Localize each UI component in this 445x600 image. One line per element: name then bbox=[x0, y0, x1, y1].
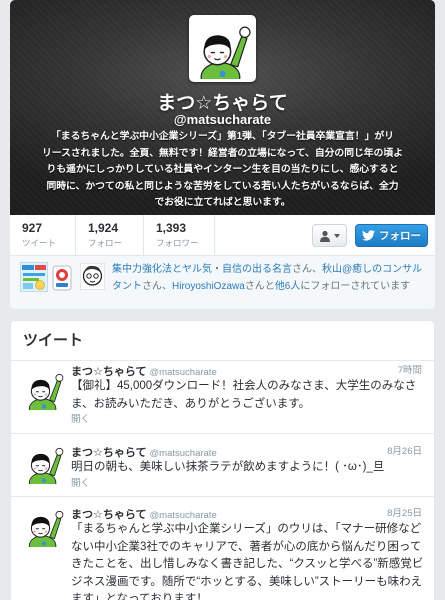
tweet-text-line: ない中小企業3社でのキャリアで、著者が心の底から悩んだり困って bbox=[71, 540, 422, 553]
stat-label: フォロワー bbox=[156, 238, 199, 248]
user-actions-button[interactable] bbox=[312, 224, 347, 247]
profile-avatar[interactable] bbox=[189, 15, 256, 82]
tweet-text-line: ま、お読みいただき、ありがとうございます。 bbox=[71, 397, 311, 410]
profile-stats-bar: 927 ツイート 1,924 フォロー 1,393 フォロワー フォロー bbox=[10, 215, 435, 256]
tweets-heading: ツイート bbox=[11, 321, 434, 361]
stat-following[interactable]: 1,924 フォロー bbox=[75, 215, 143, 255]
tweet[interactable]: まつ☆ちゃらて @matsucharate 「まるちゃんと学ぶ中小企業シリーズ」の… bbox=[11, 496, 434, 600]
follow-button-label: フォロー bbox=[379, 230, 421, 242]
tweet-text: 【御礼】45,000ダウンロード！社会人のみなさま、大学生のみなさ ま、お読みい… bbox=[71, 378, 427, 413]
tweet-text-line: 【御礼】45,000ダウンロード！社会人のみなさま、大学生のみなさ bbox=[71, 380, 417, 392]
tweet-text: 「まるちゃんと学ぶ中小企業シリーズ」のウリは、「マナー研修など ない中小企業3社… bbox=[71, 521, 427, 600]
cartoon-avatar-icon bbox=[23, 442, 65, 484]
followed-by-row: 集中力強化法とヤル気・自信の出る名言さん、秋山@癒しのコンサルタントさん、Hir… bbox=[10, 256, 435, 310]
tweet-author-name[interactable]: まつ☆ちゃらて bbox=[71, 366, 147, 378]
user-dropdown-icon bbox=[320, 230, 330, 242]
profile-name: まつ☆ちゃらて bbox=[157, 93, 288, 114]
tweet-header: まつ☆ちゃらて @matsucharate bbox=[71, 364, 427, 378]
tweet[interactable]: まつ☆ちゃらて @matsucharate 明日の朝も、美味しい抹茶ラテが飲めます… bbox=[11, 433, 434, 496]
profile-bio: 「まるちゃんと学ぶ中小企業シリーズ」第1弾、「タブー社員卒業宣言！」がリ リース… bbox=[10, 129, 435, 212]
tweet-text-line: きたことを、出し惜しみなく書き記した、“クスッと学べる”新感覚ビ bbox=[71, 558, 424, 570]
tweet-timestamp[interactable]: 7時間 bbox=[398, 364, 422, 378]
tweets-card: ツイート まつ☆ちゃらて @matsucharate 【御礼】45,000ダウンロ… bbox=[10, 320, 435, 600]
stat-value: 1,924 bbox=[88, 221, 119, 235]
cartoon-avatar-icon bbox=[23, 505, 65, 547]
bio-line: でお役に立てればと思います。 bbox=[154, 197, 291, 208]
tweet-text-line: 「まるちゃんと学ぶ中小企業シリーズ」のウリは、「マナー研修など bbox=[71, 523, 422, 535]
tweet-timestamp[interactable]: 8月25日 bbox=[387, 507, 422, 521]
stat-followers[interactable]: 1,393 フォロワー bbox=[143, 215, 215, 255]
follow-button[interactable]: フォロー bbox=[355, 224, 428, 247]
stat-label: フォロー bbox=[88, 238, 123, 248]
tweet-text: 明日の朝も、美味しい抹茶ラテが飲めますように！( ･ω･)_旦 bbox=[71, 459, 427, 477]
tweet-author-name[interactable]: まつ☆ちゃらて bbox=[71, 447, 147, 459]
tweet-body: まつ☆ちゃらて @matsucharate 【御礼】45,000ダウンロード！社会… bbox=[71, 364, 427, 427]
follower-avatar-book-icon[interactable] bbox=[20, 262, 48, 292]
tweet-timestamp[interactable]: 8月26日 bbox=[387, 445, 422, 459]
bio-line: リースされました。全頁、無料です！経営者の立場になって、自分の同じ年の頃よ bbox=[41, 147, 403, 159]
tweet-text-line: ジネス漫画です。随所で“ホッとする、美味しい”ストーリーも味わえ bbox=[71, 575, 423, 588]
twitter-bird-icon bbox=[362, 230, 375, 241]
stat-value: 927 bbox=[22, 221, 43, 235]
followed-by-suffix: にフォローされています bbox=[300, 281, 411, 292]
follower-avatar-app-icon[interactable] bbox=[52, 265, 72, 291]
tweet-author-name[interactable]: まつ☆ちゃらて bbox=[71, 509, 147, 521]
tweet-author-handle[interactable]: @matsucharate bbox=[150, 510, 217, 521]
expand-link[interactable]: 開く bbox=[71, 477, 427, 491]
stat-label: ツイート bbox=[22, 238, 57, 248]
tweet-header: まつ☆ちゃらて @matsucharate bbox=[71, 507, 427, 521]
tweet[interactable]: まつ☆ちゃらて @matsucharate 【御礼】45,000ダウンロード！社会… bbox=[11, 360, 434, 433]
followed-by-connector: さん、 bbox=[142, 281, 172, 292]
others-count-link[interactable]: 他6人 bbox=[275, 281, 301, 292]
profile-handle: @matsucharate bbox=[173, 112, 272, 127]
bio-line: 同時に、かつての私と同じような苦労をしている若い人たちがいるならば、全力 bbox=[46, 180, 399, 192]
followed-by-text: 集中力強化法とヤル気・自信の出る名言さん、秋山@癒しのコンサルタントさん、Hir… bbox=[112, 261, 430, 295]
tweet-avatar[interactable] bbox=[23, 505, 65, 547]
tweet-text-line: 明日の朝も、美味しい抹茶ラテが飲めますように！( ･ω･)_旦 bbox=[71, 461, 385, 473]
chevron-down-icon bbox=[334, 233, 340, 238]
bio-line: りも遥かにしっかりしている社員やインターン生を目の当たりにし、感心すると bbox=[46, 164, 399, 175]
follower-link[interactable]: 集中力強化法とヤル気・自信の出る名言 bbox=[112, 264, 292, 275]
tweet-avatar[interactable] bbox=[23, 368, 65, 410]
followed-by-connector: さんと bbox=[244, 281, 275, 292]
cartoon-avatar-icon bbox=[192, 18, 253, 79]
stat-tweets[interactable]: 927 ツイート bbox=[10, 215, 75, 255]
profile-header: まつ☆ちゃらて @matsucharate 「まるちゃんと学ぶ中小企業シリーズ」… bbox=[10, 0, 435, 215]
tweet-avatar[interactable] bbox=[23, 442, 65, 484]
tweet-body: まつ☆ちゃらて @matsucharate 明日の朝も、美味しい抹茶ラテが飲めます… bbox=[71, 445, 427, 491]
expand-link[interactable]: 開く bbox=[71, 413, 427, 427]
tweet-author-handle[interactable]: @matsucharate bbox=[150, 448, 217, 459]
follower-avatar-face-icon[interactable] bbox=[80, 263, 105, 290]
cartoon-avatar-icon bbox=[23, 368, 65, 410]
followed-by-connector: さん、 bbox=[292, 264, 322, 275]
tweet-body: まつ☆ちゃらて @matsucharate 「まるちゃんと学ぶ中小企業シリーズ」の… bbox=[71, 507, 427, 600]
follower-link[interactable]: HiroyoshiOzawa bbox=[172, 281, 245, 292]
tweet-author-handle[interactable]: @matsucharate bbox=[150, 367, 217, 378]
tweet-header: まつ☆ちゃらて @matsucharate bbox=[71, 445, 427, 459]
stat-value: 1,393 bbox=[156, 221, 187, 235]
tweet-text-line: ます」となっております！ bbox=[71, 593, 208, 600]
bio-line: 「まるちゃんと学ぶ中小企業シリーズ」第1弾、「タブー社員卒業宣言！」がリ bbox=[51, 131, 394, 142]
